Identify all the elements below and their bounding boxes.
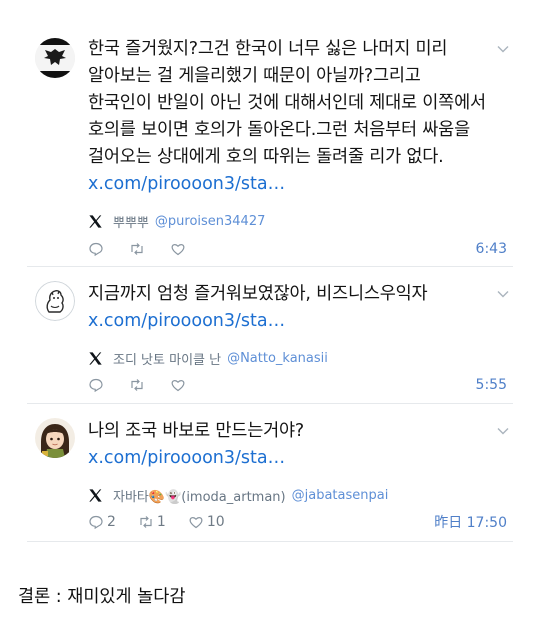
reply-post[interactable]: 지금까지 엄청 즐거워보였잖아, 비즈니스우익자 x.com/piroooon3…: [27, 267, 513, 404]
post-link[interactable]: x.com/piroooon3/sta…: [88, 445, 489, 472]
post-byline: 자바타🎨👻(imoda_artman) @jabatasenpai: [88, 486, 388, 505]
x-logo-icon: [89, 352, 102, 365]
like-button[interactable]: [170, 377, 189, 393]
repost-button[interactable]: [129, 377, 148, 393]
repost-icon: [140, 516, 152, 528]
post-time[interactable]: 6:43: [476, 241, 507, 257]
heart-icon: [189, 517, 203, 529]
post-time[interactable]: 5:55: [476, 377, 507, 393]
chevron-down-icon[interactable]: [496, 42, 510, 56]
post-time[interactable]: 昨日 17:50: [434, 512, 507, 532]
repost-button[interactable]: [129, 241, 148, 257]
avatar-sketch[interactable]: [35, 281, 75, 321]
display-name: 조디 낫토 마이클 난: [113, 353, 222, 368]
caption-text: 결론 : 재미있게 놀다감: [18, 587, 186, 607]
reply-icon: [89, 242, 103, 257]
reply-feed: 한국 즐거웠지?그건 한국이 너무 싫은 나머지 미리 알아보는 걸 게을리했기…: [27, 26, 513, 542]
reply-button[interactable]: 2: [88, 514, 116, 530]
post-actions: 6:43: [88, 239, 507, 259]
display-name: 자바타🎨👻(imoda_artman): [113, 490, 286, 505]
post-actions: 2 1 10 昨日 17:50: [88, 512, 507, 532]
like-button[interactable]: [170, 241, 189, 257]
reply-icon: [89, 378, 103, 393]
reply-button[interactable]: [88, 377, 107, 393]
reply-icon: [89, 515, 103, 530]
post-actions: 5:55: [88, 375, 507, 395]
reply-post[interactable]: 나의 조국 바보로 만드는거야? x.com/piroooon3/sta… 자바…: [27, 404, 513, 542]
sketch-animal-icon: [35, 281, 75, 321]
x-logo-icon: [89, 215, 102, 228]
handle[interactable]: @Natto_kanasii: [227, 351, 328, 366]
prussian-eagle-flag-icon: [35, 38, 75, 78]
heart-icon: [171, 380, 185, 392]
repost-icon: [131, 243, 143, 255]
handle[interactable]: @jabatasenpai: [292, 488, 389, 503]
reply-button[interactable]: [88, 241, 107, 257]
post-link[interactable]: x.com/piroooon3/sta…: [88, 171, 489, 198]
post-link[interactable]: x.com/piroooon3/sta…: [88, 308, 489, 335]
like-button[interactable]: 10: [188, 514, 225, 530]
repost-button[interactable]: 1: [138, 514, 166, 530]
post-byline: 조디 낫토 마이클 난 @Natto_kanasii: [88, 349, 328, 368]
avatar-anime[interactable]: [35, 418, 75, 458]
repost-count: 1: [156, 514, 166, 530]
post-byline: 뿌뿌뿌 @puroisen34427: [88, 212, 265, 231]
heart-icon: [171, 244, 185, 256]
reply-post[interactable]: 한국 즐거웠지?그건 한국이 너무 싫은 나머지 미리 알아보는 걸 게을리했기…: [27, 26, 513, 267]
post-text: 지금까지 엄청 즐거워보였잖아, 비즈니스우익자: [88, 284, 428, 304]
anime-girl-icon: [35, 418, 75, 458]
display-name: 뿌뿌뿌: [113, 216, 149, 231]
like-count: 10: [206, 514, 225, 530]
repost-icon: [131, 379, 143, 391]
chevron-down-icon[interactable]: [496, 287, 510, 301]
chevron-down-icon[interactable]: [496, 424, 510, 438]
post-text: 한국 즐거웠지?그건 한국이 너무 싫은 나머지 미리 알아보는 걸 게을리했기…: [88, 39, 486, 167]
avatar-prussian-flag[interactable]: [35, 38, 75, 78]
post-text: 나의 조국 바보로 만드는거야?: [88, 421, 304, 441]
handle[interactable]: @puroisen34427: [155, 214, 265, 229]
reply-count: 2: [107, 514, 116, 530]
x-logo-icon: [89, 489, 102, 502]
